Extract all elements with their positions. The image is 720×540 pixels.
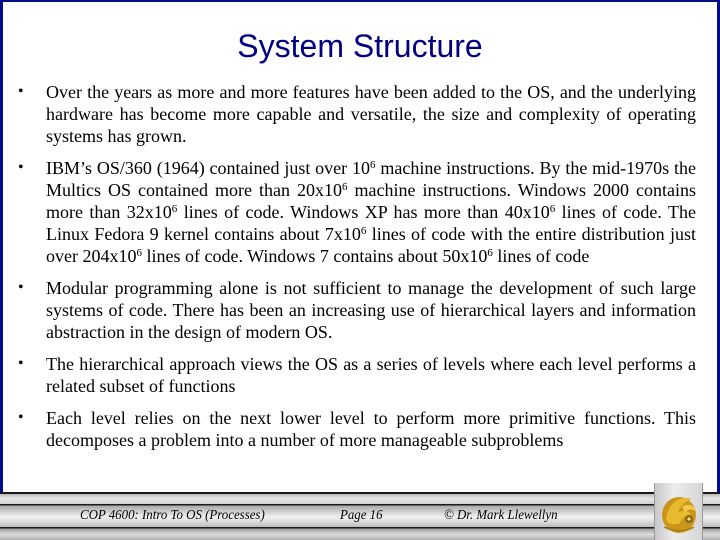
footer-course: COP 4600: Intro To OS (Processes) <box>80 508 265 523</box>
bullet-text: Each level relies on the next lower leve… <box>46 408 696 450</box>
bullet-text: lines of code <box>492 246 590 266</box>
bullet-item: • Each level relies on the next lower le… <box>0 407 720 451</box>
footer-author: © Dr. Mark Llewellyn <box>444 508 558 523</box>
pegasus-logo-icon <box>662 497 696 533</box>
bullet-text: IBM’s OS/360 (1964) contained just over … <box>46 158 370 178</box>
bullet-text: Modular programming alone is not suffici… <box>46 278 696 342</box>
bullet-dot-icon: • <box>18 159 24 176</box>
bullet-item: • The hierarchical approach views the OS… <box>0 353 720 397</box>
bullet-item: • Modular programming alone is not suffi… <box>0 277 720 343</box>
footer-page-number: Page 16 <box>340 508 383 523</box>
bullet-dot-icon: • <box>18 409 24 426</box>
bullet-dot-icon: • <box>18 355 24 372</box>
bullet-item: • IBM’s OS/360 (1964) contained just ove… <box>0 157 720 267</box>
slide-title: System Structure <box>237 28 483 64</box>
bullet-text: The hierarchical approach views the OS a… <box>46 354 696 396</box>
bullet-text: lines of code. Windows XP has more than … <box>177 202 550 222</box>
bullet-item: • Over the years as more and more featur… <box>0 81 720 147</box>
bullet-dot-icon: • <box>18 279 24 296</box>
logo-box <box>654 483 703 540</box>
slide: System Structure • Over the years as mor… <box>0 0 720 540</box>
bullet-dot-icon: • <box>18 83 24 100</box>
bullet-text: lines of code. Windows 7 contains about … <box>141 246 488 266</box>
bullet-list: • Over the years as more and more featur… <box>0 81 720 461</box>
bullet-text: Over the years as more and more features… <box>46 82 696 146</box>
